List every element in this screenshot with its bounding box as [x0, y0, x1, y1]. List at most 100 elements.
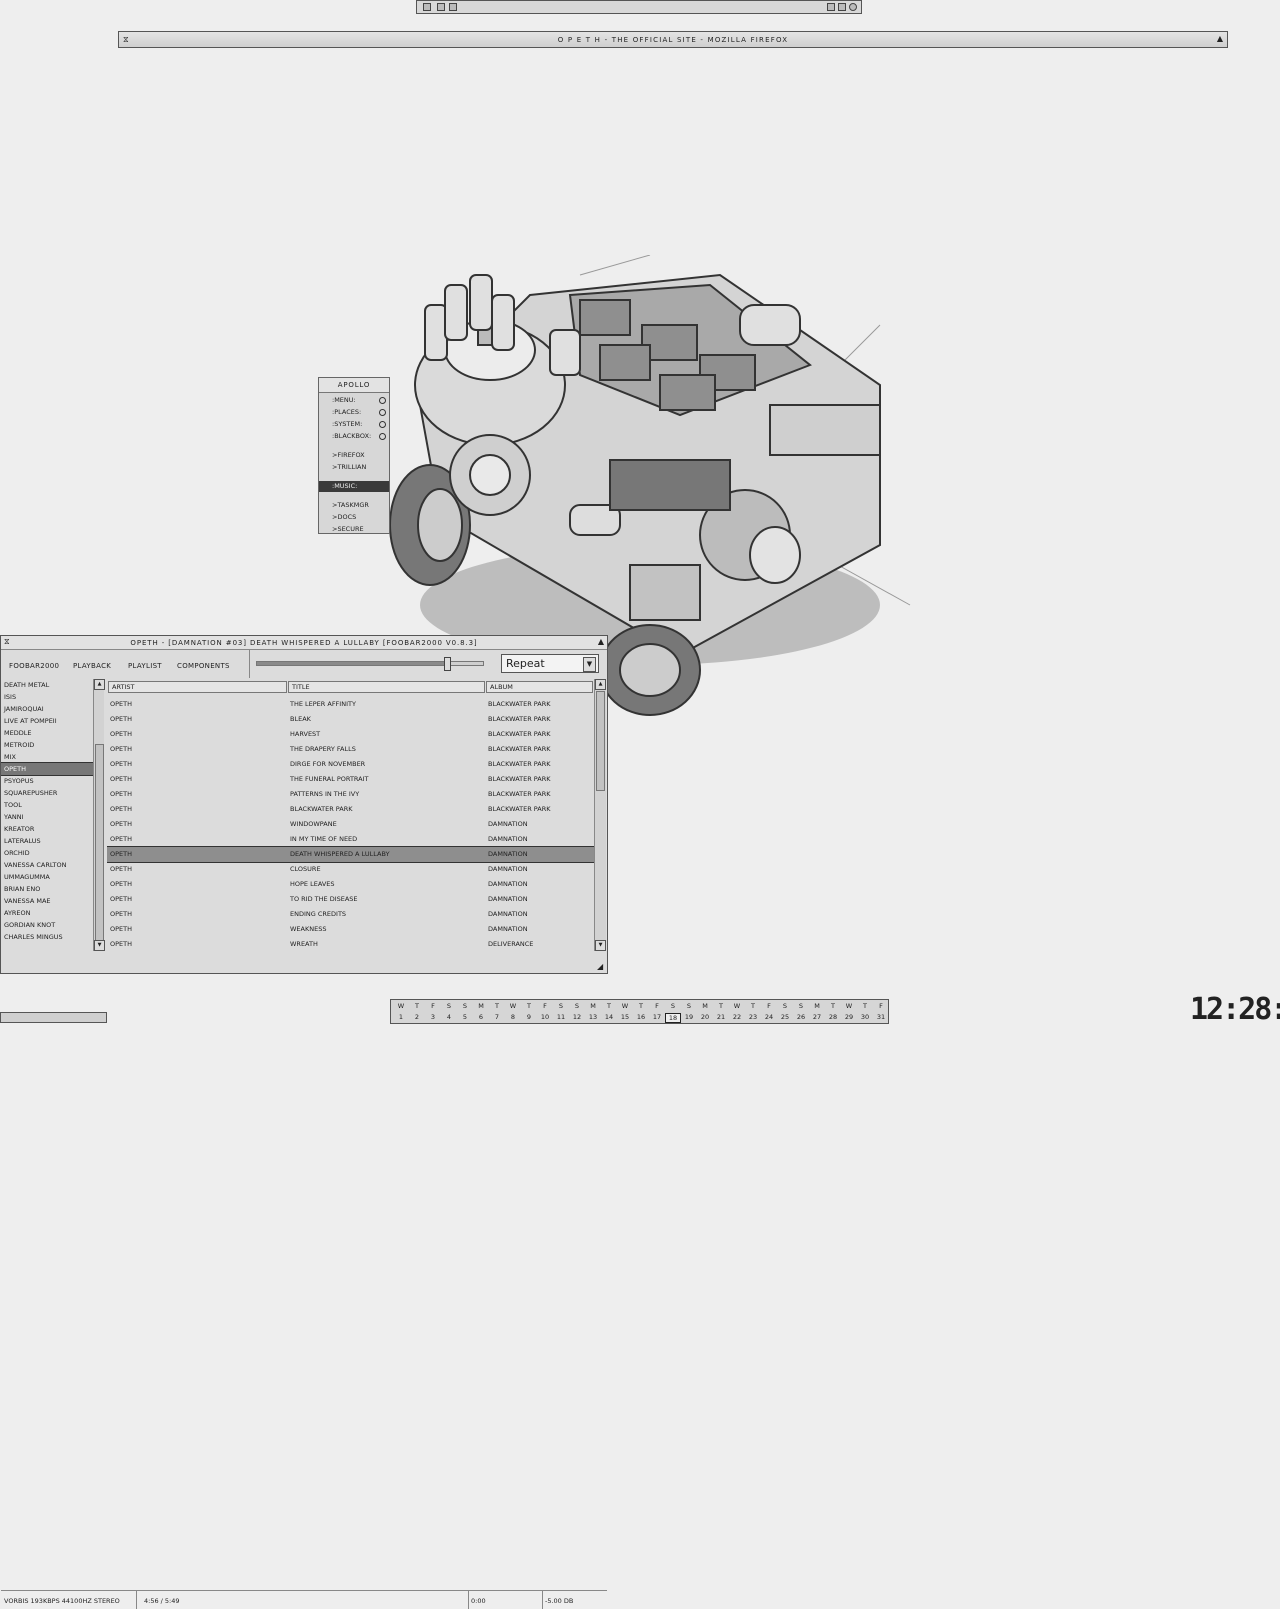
menu-item-secure[interactable]: >SECURE [319, 524, 389, 535]
calendar-day[interactable]: 9 [521, 1013, 537, 1021]
calendar-day[interactable]: 23 [745, 1013, 761, 1021]
calendar-day[interactable]: 1 [393, 1013, 409, 1021]
menu-playlist[interactable]: PLAYLIST [128, 662, 162, 670]
calendar-day[interactable]: 19 [681, 1013, 697, 1021]
track-row[interactable]: OPETH TO RID THE DISEASE DAMNATION [107, 892, 594, 907]
scroll-up-icon[interactable]: ▲ [595, 679, 606, 690]
track-row[interactable]: OPETH THE DRAPERY FALLS BLACKWATER PARK [107, 742, 594, 757]
calendar-day[interactable]: 7 [489, 1013, 505, 1021]
firefox-titlebar[interactable]: ⧖ O P E T H - THE OFFICIAL SITE - MOZILL… [118, 31, 1228, 48]
playlist-item[interactable]: METROID [1, 739, 93, 751]
foobar-titlebar[interactable]: ⧖ OPETH - [DAMNATION #03] DEATH WHISPERE… [1, 636, 607, 650]
playlist-item[interactable]: LATERALUS [1, 835, 93, 847]
playlist-item[interactable]: JAMIROQUAI [1, 703, 93, 715]
calendar-day[interactable]: 30 [857, 1013, 873, 1021]
taskbar-slot[interactable] [0, 1012, 107, 1023]
playback-order-select[interactable]: Repeat ▼ [501, 654, 599, 673]
calendar-day[interactable]: 20 [697, 1013, 713, 1021]
calendar-day[interactable]: 12 [569, 1013, 585, 1021]
track-row[interactable]: OPETH HARVEST BLACKWATER PARK [107, 727, 594, 742]
calendar-day[interactable]: 22 [729, 1013, 745, 1021]
shade-icon[interactable]: ▲ [1217, 34, 1223, 43]
menu-item-system[interactable]: :SYSTEM: [319, 419, 389, 430]
menu-components[interactable]: COMPONENTS [177, 662, 230, 670]
resize-grip-icon[interactable]: ◢ [597, 962, 603, 971]
playlist-item[interactable]: VANESSA MAE [1, 895, 93, 907]
scroll-down-icon[interactable]: ▼ [94, 940, 105, 951]
playlist-item[interactable]: BRIAN ENO [1, 883, 93, 895]
calendar-day[interactable]: 3 [425, 1013, 441, 1021]
shade-icon[interactable]: ▲ [598, 637, 604, 646]
playlist-item[interactable]: YANNI [1, 811, 93, 823]
scroll-thumb[interactable] [596, 691, 605, 791]
track-scrollbar[interactable]: ▲ ▼ [594, 679, 606, 951]
dropdown-arrow-icon[interactable]: ▼ [583, 657, 596, 672]
playlist-item[interactable]: UMMAGUMMA [1, 871, 93, 883]
playlist-item[interactable]: DEATH METAL [1, 679, 93, 691]
menu-foobar2000[interactable]: FOOBAR2000 [9, 662, 59, 670]
playlist-item[interactable]: LIVE AT POMPEII [1, 715, 93, 727]
calendar-day[interactable]: 27 [809, 1013, 825, 1021]
playlist-item[interactable]: MIX [1, 751, 93, 763]
track-row[interactable]: OPETH ENDING CREDITS DAMNATION [107, 907, 594, 922]
playlist-scrollbar[interactable]: ▲ ▼ [93, 679, 105, 951]
track-row[interactable]: OPETH WREATH DELIVERANCE [107, 937, 594, 951]
playlist-item[interactable]: PSYOPUS [1, 775, 93, 787]
playlist-item[interactable]: VANESSA CARLTON [1, 859, 93, 871]
menu-item-firefox[interactable]: >FIREFOX [319, 450, 389, 461]
menu-item-docs[interactable]: >DOCS [319, 512, 389, 523]
document-icon[interactable] [437, 3, 445, 11]
playlist-item[interactable]: ISIS [1, 691, 93, 703]
column-album[interactable]: ALBUM [486, 681, 593, 693]
track-row[interactable]: OPETH DEATH WHISPERED A LULLABY DAMNATION [107, 846, 594, 863]
calendar-day[interactable]: 4 [441, 1013, 457, 1021]
playlist-item[interactable]: GORDIAN KNOT [1, 919, 93, 931]
playlist-item[interactable]: AYREON [1, 907, 93, 919]
track-row[interactable]: OPETH BLEAK BLACKWATER PARK [107, 712, 594, 727]
calendar-day[interactable]: 2 [409, 1013, 425, 1021]
calendar-day[interactable]: 29 [841, 1013, 857, 1021]
menu-item-trillian[interactable]: >TRILLIAN [319, 462, 389, 473]
calendar-day[interactable]: 17 [649, 1013, 665, 1021]
calendar-day[interactable]: 21 [713, 1013, 729, 1021]
scroll-thumb[interactable] [95, 744, 104, 946]
seek-bar[interactable] [256, 657, 484, 671]
save-icon[interactable] [449, 3, 457, 11]
scroll-up-icon[interactable]: ▲ [94, 679, 105, 690]
playlist-item[interactable]: KREATOR [1, 823, 93, 835]
track-row[interactable]: OPETH IN MY TIME OF NEED DAMNATION [107, 832, 594, 847]
calendar-day[interactable]: 16 [633, 1013, 649, 1021]
menu-item-blackbox[interactable]: :BLACKBOX: [319, 431, 389, 442]
calendar-day[interactable]: 11 [553, 1013, 569, 1021]
window-icon[interactable] [827, 3, 835, 11]
track-row[interactable]: OPETH PATTERNS IN THE IVY BLACKWATER PARK [107, 787, 594, 802]
calendar-day[interactable]: 5 [457, 1013, 473, 1021]
track-row[interactable]: OPETH DIRGE FOR NOVEMBER BLACKWATER PARK [107, 757, 594, 772]
app-icon[interactable] [423, 3, 431, 11]
menu-item-menu[interactable]: :MENU: [319, 395, 389, 406]
column-title[interactable]: TITLE [288, 681, 485, 693]
menu-item-taskmgr[interactable]: >TASKMGR [319, 500, 389, 511]
calendar-day[interactable]: 28 [825, 1013, 841, 1021]
calendar-day[interactable]: 26 [793, 1013, 809, 1021]
track-row[interactable]: OPETH THE LEPER AFFINITY BLACKWATER PARK [107, 697, 594, 712]
calendar-day[interactable]: 18 [665, 1013, 681, 1023]
calendar-day[interactable]: 24 [761, 1013, 777, 1021]
playlist-item[interactable]: TOOL [1, 799, 93, 811]
calendar-day[interactable]: 6 [473, 1013, 489, 1021]
menu-item-places[interactable]: :PLACES: [319, 407, 389, 418]
calendar-day[interactable]: 15 [617, 1013, 633, 1021]
settings-icon[interactable] [838, 3, 846, 11]
track-row[interactable]: OPETH CLOSURE DAMNATION [107, 862, 594, 877]
seek-thumb[interactable] [443, 657, 451, 671]
playlist-item[interactable]: SQUAREPUSHER [1, 787, 93, 799]
calendar-day[interactable]: 8 [505, 1013, 521, 1021]
track-row[interactable]: OPETH BLACKWATER PARK BLACKWATER PARK [107, 802, 594, 817]
calendar-day[interactable]: 31 [873, 1013, 889, 1021]
menu-item-music[interactable]: :MUSIC: [319, 481, 389, 492]
track-row[interactable]: OPETH WINDOWPANE DAMNATION [107, 817, 594, 832]
track-row[interactable]: OPETH HOPE LEAVES DAMNATION [107, 877, 594, 892]
playlist-item[interactable]: ORCHID [1, 847, 93, 859]
playlist-item[interactable]: CHARLES MINGUS [1, 931, 93, 943]
playlist-item[interactable]: OPETH [1, 762, 93, 776]
